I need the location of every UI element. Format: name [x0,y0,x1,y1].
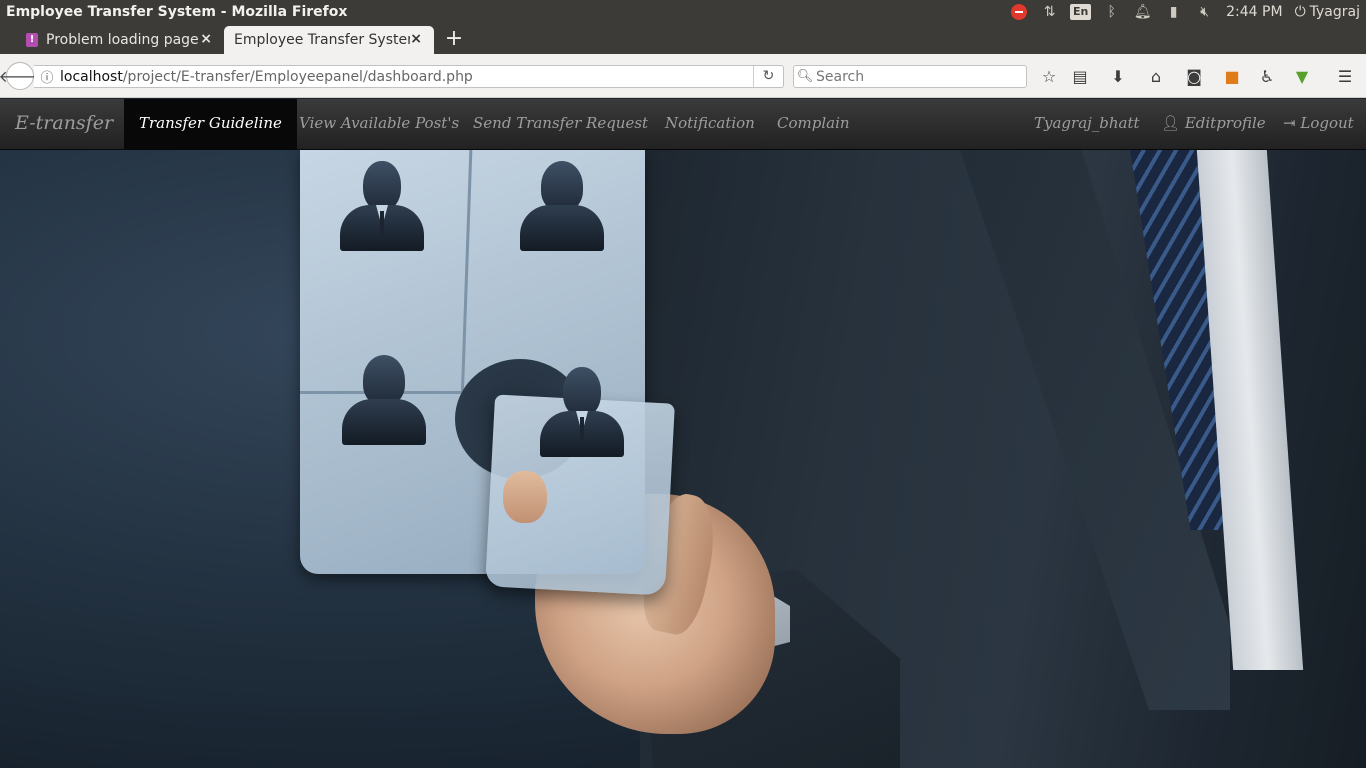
search-input[interactable]: 🔍︎ Search [793,65,1027,88]
user-icon: 👤︎ [1161,114,1181,132]
do-not-disturb-icon[interactable] [1003,0,1034,24]
nav-edit-profile[interactable]: 👤︎ Editprofile [1146,99,1281,150]
tab-label: Problem loading page [46,32,199,48]
tab-problem-loading[interactable]: ! Problem loading page × [0,26,224,54]
logout-icon: ⇥ [1283,114,1296,132]
new-tab-button[interactable]: + [443,26,465,52]
person-icon [540,367,624,457]
url-host: localhost [60,68,123,85]
session-user[interactable]: ⏻ Tyagraj [1295,4,1366,20]
web-page: E-transfer Transfer Guideline View Avail… [0,99,1366,768]
person-icon [340,161,424,251]
home-icon[interactable]: ⌂ [1145,65,1167,87]
edit-profile-label: Editprofile [1184,114,1266,132]
pocket-icon[interactable]: ◙ [1183,65,1205,87]
logout-label: Logout [1300,114,1354,132]
url-bar[interactable]: ⓘ localhost /project/E-transfer/Employee… [34,65,784,88]
nav-view-available-posts[interactable]: View Available Post's [284,99,474,150]
bookmark-star-icon[interactable]: ☆ [1038,65,1060,87]
browser-toolbar: 🡐 ⓘ localhost /project/E-transfer/Employ… [0,54,1366,98]
error-page-icon: ! [26,33,38,47]
search-placeholder: Search [816,68,865,85]
nav-send-transfer-request[interactable]: Send Transfer Request [458,99,663,150]
nav-notification[interactable]: Notification [650,99,770,150]
notification-bell-icon[interactable]: 🔔︎ [1127,0,1158,24]
downloads-icon[interactable]: ⬇ [1107,65,1129,87]
extension-fox-icon[interactable]: ■ [1221,65,1243,87]
bluetooth-icon[interactable]: ᛒ [1096,0,1127,24]
nav-user-name[interactable]: Tyagraj_bhatt [1019,99,1155,150]
clock[interactable]: 2:44 PM [1220,4,1294,20]
search-icon: 🔍︎ [796,69,814,84]
nav-logout[interactable]: ⇥ Logout [1268,99,1366,150]
menu-icon[interactable]: ☰ [1334,65,1356,87]
window-title: Employee Transfer System - Mozilla Firef… [6,4,348,20]
battery-icon[interactable]: ▮ [1158,0,1189,24]
back-button[interactable]: 🡐 [0,62,41,90]
close-tab-icon[interactable]: × [410,31,422,47]
network-icon[interactable]: ⇅ [1034,0,1065,24]
finger [503,471,547,523]
reload-icon[interactable]: ↻ [753,66,783,87]
tab-strip: ! Problem loading page × Employee Transf… [0,24,1366,54]
volume-muted-icon[interactable]: 🔇︎ [1189,0,1220,24]
accessibility-icon[interactable]: ♿︎ [1256,65,1278,87]
close-tab-icon[interactable]: × [200,31,212,47]
os-top-bar: Employee Transfer System - Mozilla Firef… [0,0,1366,24]
keyboard-layout-indicator[interactable]: En [1065,0,1096,24]
person-icon [520,161,604,251]
power-icon: ⏻ [1294,4,1306,20]
url-path: /project/E-transfer/Employeepanel/dashbo… [122,68,473,85]
reading-list-icon[interactable]: ▤ [1069,65,1091,87]
tab-label: Employee Transfer System [234,32,410,48]
brand-link[interactable]: E-transfer [15,112,113,134]
site-info-icon[interactable]: ⓘ [34,67,60,86]
nav-complain[interactable]: Complain [762,99,865,150]
session-user-name: Tyagraj [1309,4,1360,20]
tab-employee-transfer-system[interactable]: Employee Transfer System × [224,26,434,54]
extension-download-icon[interactable]: ▼ [1291,65,1313,87]
app-navbar: E-transfer Transfer Guideline View Avail… [0,99,1366,150]
nav-transfer-guideline[interactable]: Transfer Guideline [124,99,297,150]
person-icon [342,355,426,445]
os-indicators: ⇅ En ᛒ 🔔︎ ▮ 🔇︎ 2:44 PM ⏻ Tyagraj [1003,0,1366,24]
